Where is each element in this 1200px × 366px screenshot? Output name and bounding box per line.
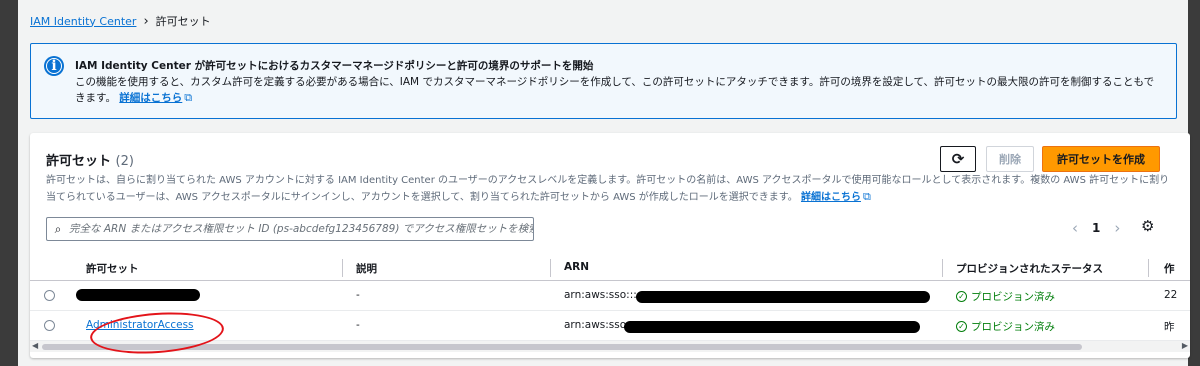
search-icon: ⌕ <box>54 221 62 236</box>
external-link-icon: ⧉ <box>862 190 871 203</box>
column-divider[interactable] <box>942 259 943 277</box>
redacted-name <box>76 289 200 301</box>
row-arn: arn:aws:sso::: <box>564 289 637 301</box>
delete-button[interactable]: 削除 <box>986 146 1034 172</box>
chevron-right-icon: › <box>143 13 149 29</box>
pagination: ‹ 1 › <box>1072 219 1120 237</box>
gear-icon[interactable]: ⚙ <box>1141 217 1154 235</box>
alert-title: IAM Identity Center が許可セットにおけるカスタマーマネージド… <box>75 60 594 72</box>
row-status: ✓ プロビジョン済み <box>956 289 1055 304</box>
alert-link-label: 詳細はこちら <box>119 92 183 104</box>
column-divider[interactable] <box>1148 259 1149 277</box>
redacted-arn <box>636 291 930 303</box>
refresh-button[interactable]: ⟳ <box>940 146 976 172</box>
panel-description-text: 許可セットは、自らに割り当てられた AWS アカウントに対する IAM Iden… <box>46 175 1170 203</box>
row-select-radio[interactable] <box>44 290 55 301</box>
scroll-left-icon[interactable]: ◀ <box>32 341 38 350</box>
panel-link-label: 詳細はこちら <box>800 192 861 203</box>
chevron-right-icon[interactable]: › <box>1114 219 1120 237</box>
redacted-arn <box>624 321 920 333</box>
info-alert: i IAM Identity Center が許可セットにおけるカスタマーマネー… <box>30 43 1177 119</box>
external-link-icon: ⧉ <box>184 91 193 104</box>
search-input[interactable] <box>69 223 533 235</box>
row-created: 昨 <box>1164 321 1175 333</box>
column-divider[interactable] <box>550 259 551 277</box>
panel-title-label: 許可セット <box>46 154 112 169</box>
panel-count: (2) <box>115 154 134 169</box>
panel-learn-more-link[interactable]: 詳細はこちら <box>801 192 861 203</box>
alert-learn-more-link[interactable]: 詳細はこちら <box>119 92 182 104</box>
row-status-label: プロビジョン済み <box>971 321 1055 333</box>
status-positive-icon: ✓ <box>956 291 967 302</box>
breadcrumb-current: 許可セット <box>155 15 211 28</box>
current-page[interactable]: 1 <box>1092 221 1100 235</box>
alert-text: IAM Identity Center が許可セットにおけるカスタマーマネージド… <box>75 58 1162 106</box>
status-positive-icon: ✓ <box>956 321 967 332</box>
column-divider[interactable] <box>342 259 343 277</box>
row-status-label: プロビジョン済み <box>971 291 1055 303</box>
info-icon: i <box>44 56 64 76</box>
breadcrumb-root-link[interactable]: IAM Identity Center <box>30 15 136 28</box>
column-header-name[interactable]: 許可セット <box>86 261 139 276</box>
refresh-icon: ⟳ <box>951 150 965 168</box>
row-created: 22 <box>1164 289 1178 301</box>
column-header-status[interactable]: プロビジョンされたステータス <box>956 261 1103 276</box>
scroll-right-icon[interactable]: ▶ <box>1182 341 1188 350</box>
alert-body: この機能を使用すると、カスタム許可を定義する必要がある場合に、IAM でカスタマ… <box>75 76 1155 104</box>
table-header: 許可セット 説明 ARN プロビジョンされたステータス 作 <box>30 255 1190 281</box>
row-status: ✓ プロビジョン済み <box>956 319 1055 334</box>
console-frame: IAM Identity Center › 許可セット i IAM Identi… <box>18 0 1190 366</box>
column-header-created[interactable]: 作 <box>1164 261 1175 276</box>
row-description: - <box>356 289 360 301</box>
create-permission-set-button[interactable]: 許可セットを作成 <box>1042 146 1160 172</box>
row-description: - <box>356 319 360 331</box>
panel-title: 許可セット (2) <box>46 150 134 169</box>
row-select-radio[interactable] <box>44 320 55 331</box>
breadcrumb: IAM Identity Center › 許可セット <box>30 13 211 29</box>
column-header-description[interactable]: 説明 <box>356 261 377 276</box>
panel-description: 許可セットは、自らに割り当てられた AWS アカウントに対する IAM Iden… <box>46 173 1171 206</box>
table-row[interactable]: - arn:aws:sso::: ✓ プロビジョン済み 22 <box>30 281 1190 311</box>
chevron-left-icon[interactable]: ‹ <box>1072 219 1078 237</box>
column-header-arn[interactable]: ARN <box>564 261 589 273</box>
search-field[interactable]: ⌕ <box>46 217 534 241</box>
